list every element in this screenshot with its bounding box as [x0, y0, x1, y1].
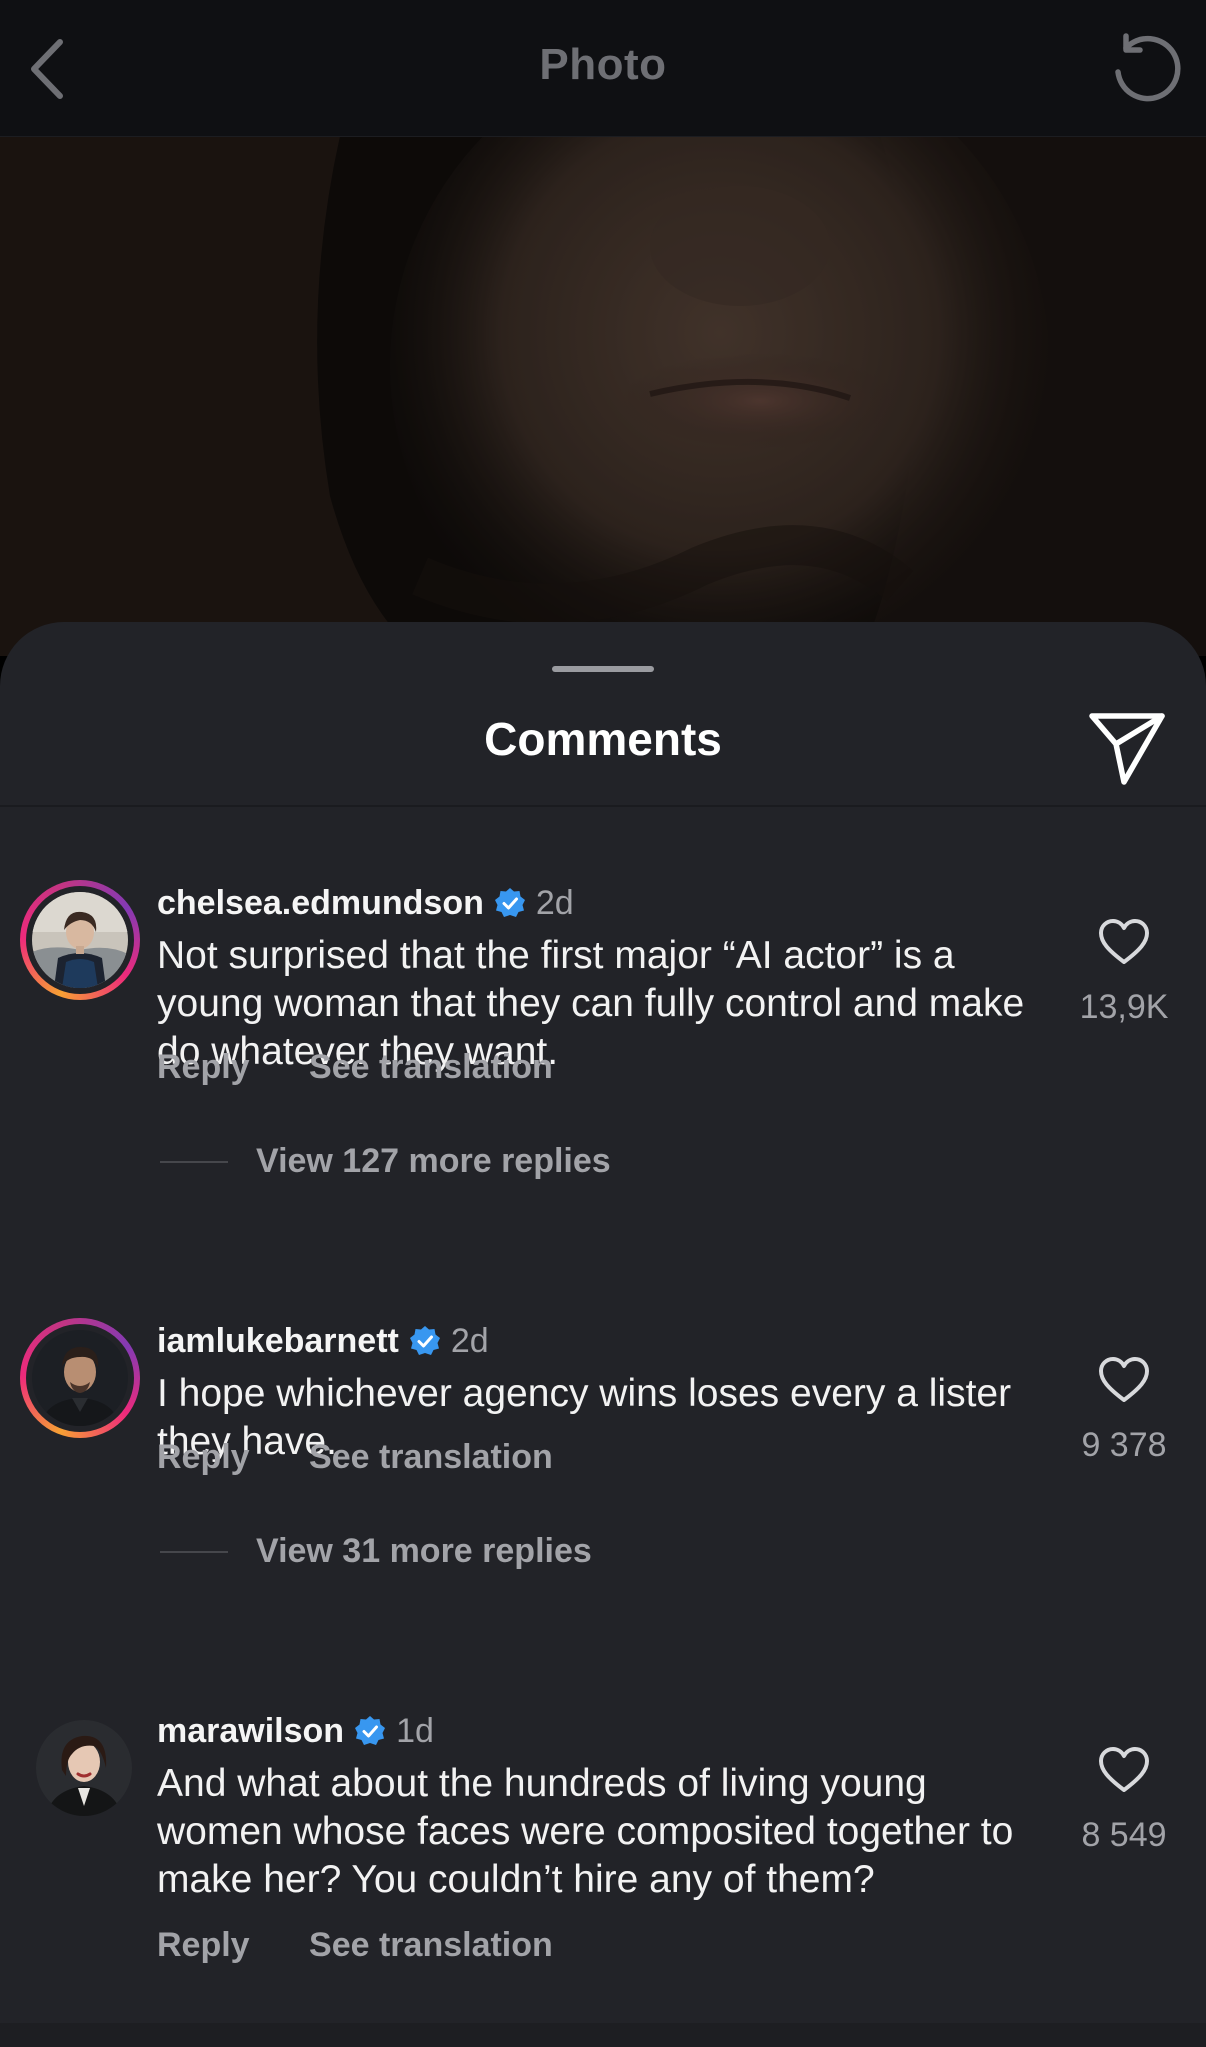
- timestamp: 1d: [396, 1711, 434, 1750]
- comment-actions: Reply See translation: [157, 1048, 553, 1087]
- comment-actions: Reply See translation: [157, 1438, 553, 1477]
- view-replies-button[interactable]: View 31 more replies: [160, 1532, 592, 1571]
- avatar[interactable]: [20, 1708, 140, 1828]
- post-photo[interactable]: [0, 136, 1206, 656]
- verified-badge-icon: [409, 1326, 440, 1355]
- paper-plane-icon[interactable]: [1086, 708, 1168, 790]
- username[interactable]: marawilson: [157, 1712, 344, 1751]
- like-count: 8 549: [1081, 1816, 1167, 1854]
- comment-header: iamlukebarnett 2d: [157, 1318, 489, 1364]
- heart-icon[interactable]: [1098, 918, 1150, 966]
- comment-actions: Reply See translation: [157, 1926, 553, 1965]
- username[interactable]: chelsea.edmundson: [157, 884, 484, 923]
- verified-badge-icon: [494, 888, 525, 917]
- verified-badge-icon: [355, 1716, 386, 1745]
- view-replies-button[interactable]: View 127 more replies: [160, 1142, 611, 1181]
- username[interactable]: iamlukebarnett: [157, 1322, 399, 1361]
- comment-header: chelsea.edmundson 2d: [157, 880, 574, 926]
- see-translation-button[interactable]: See translation: [309, 1438, 553, 1477]
- timestamp: 2d: [535, 883, 574, 922]
- avatar[interactable]: [20, 1318, 140, 1438]
- like-control: 9 378: [1060, 1356, 1188, 1465]
- sheet-title: Comments: [484, 713, 722, 765]
- reply-button[interactable]: Reply: [157, 1048, 250, 1087]
- reply-button[interactable]: Reply: [157, 1438, 250, 1477]
- page-title: Photo: [539, 40, 667, 89]
- comment-item: iamlukebarnett 2d I hope whichever agenc…: [0, 1318, 1206, 1618]
- like-control: 8 549: [1060, 1746, 1188, 1855]
- comment-text: And what about the hundreds of living yo…: [157, 1762, 1014, 1901]
- comment-item: marawilson 1d And what about the hundred…: [0, 1708, 1206, 2028]
- divider: [160, 1160, 228, 1163]
- avatar[interactable]: [20, 880, 140, 1000]
- sheet-drag-handle[interactable]: [552, 666, 654, 672]
- bottom-edge: [0, 2023, 1206, 2047]
- comment-header: marawilson 1d: [157, 1708, 434, 1754]
- reply-button[interactable]: Reply: [157, 1926, 250, 1965]
- top-bar: Photo: [0, 0, 1206, 137]
- view-replies-label: View 31 more replies: [256, 1532, 592, 1570]
- refresh-icon[interactable]: [1106, 30, 1186, 110]
- like-count: 9 378: [1081, 1426, 1167, 1464]
- comments-sheet: Comments chelsea.edmundson 2d Not surpri…: [0, 622, 1206, 2047]
- comment-item: chelsea.edmundson 2d Not surprised that …: [0, 880, 1206, 1220]
- like-count: 13,9K: [1079, 988, 1169, 1026]
- heart-icon[interactable]: [1098, 1746, 1150, 1794]
- divider: [160, 1550, 228, 1553]
- heart-icon[interactable]: [1098, 1356, 1150, 1404]
- like-control: 13,9K: [1060, 918, 1188, 1027]
- see-translation-button[interactable]: See translation: [309, 1926, 553, 1965]
- view-replies-label: View 127 more replies: [256, 1142, 611, 1180]
- timestamp: 2d: [450, 1321, 489, 1360]
- divider: [0, 805, 1206, 807]
- see-translation-button[interactable]: See translation: [309, 1048, 553, 1087]
